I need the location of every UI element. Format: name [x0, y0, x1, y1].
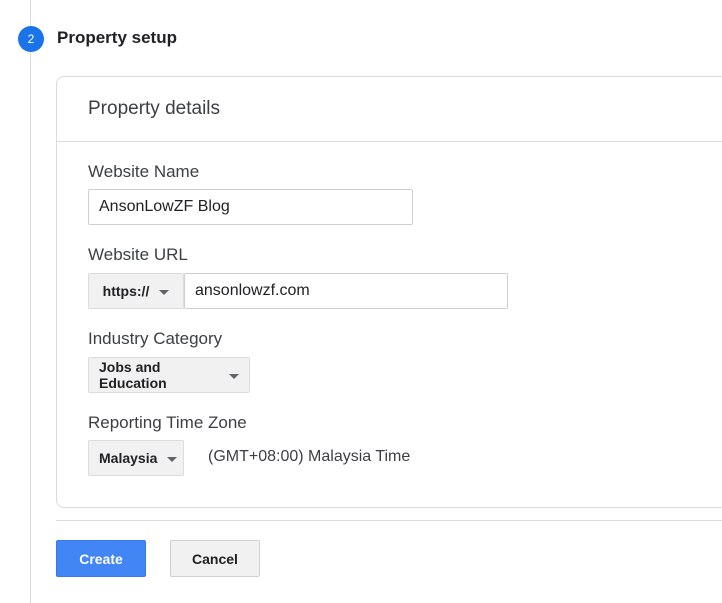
time-zone-country-dropdown[interactable]: Malaysia: [88, 440, 184, 476]
website-url-value: ansonlowzf.com: [195, 282, 310, 299]
section-divider: [56, 520, 722, 521]
industry-category-value: Jobs and Education: [99, 359, 167, 391]
cancel-button[interactable]: Cancel: [170, 540, 260, 577]
website-name-value: AnsonLowZF Blog: [99, 198, 230, 215]
step-title: Property setup: [57, 28, 177, 47]
industry-category-dropdown[interactable]: Jobs and Education: [88, 357, 250, 393]
time-zone-country-value: Malaysia: [99, 450, 158, 466]
website-url-input[interactable]: ansonlowzf.com: [184, 273, 508, 309]
website-name-input[interactable]: AnsonLowZF Blog: [88, 189, 413, 225]
website-name-label: Website Name: [88, 162, 200, 181]
step-number-badge: 2: [18, 26, 44, 52]
chevron-down-icon: [167, 456, 178, 462]
chevron-down-icon: [159, 289, 170, 295]
property-setup-page: 2 Property setup Property details Websit…: [0, 0, 722, 603]
create-button[interactable]: Create: [56, 540, 146, 577]
website-url-label: Website URL: [88, 245, 188, 264]
protocol-dropdown[interactable]: https://: [88, 273, 184, 309]
time-zone-text: (GMT+08:00) Malaysia Time: [208, 448, 411, 465]
chevron-down-icon: [229, 373, 239, 379]
step-connector-line: [30, 0, 31, 603]
protocol-dropdown-value: https://: [102, 283, 150, 299]
card-header: Property details: [57, 77, 722, 142]
industry-category-label: Industry Category: [88, 329, 223, 348]
time-zone-label: Reporting Time Zone: [88, 413, 247, 432]
